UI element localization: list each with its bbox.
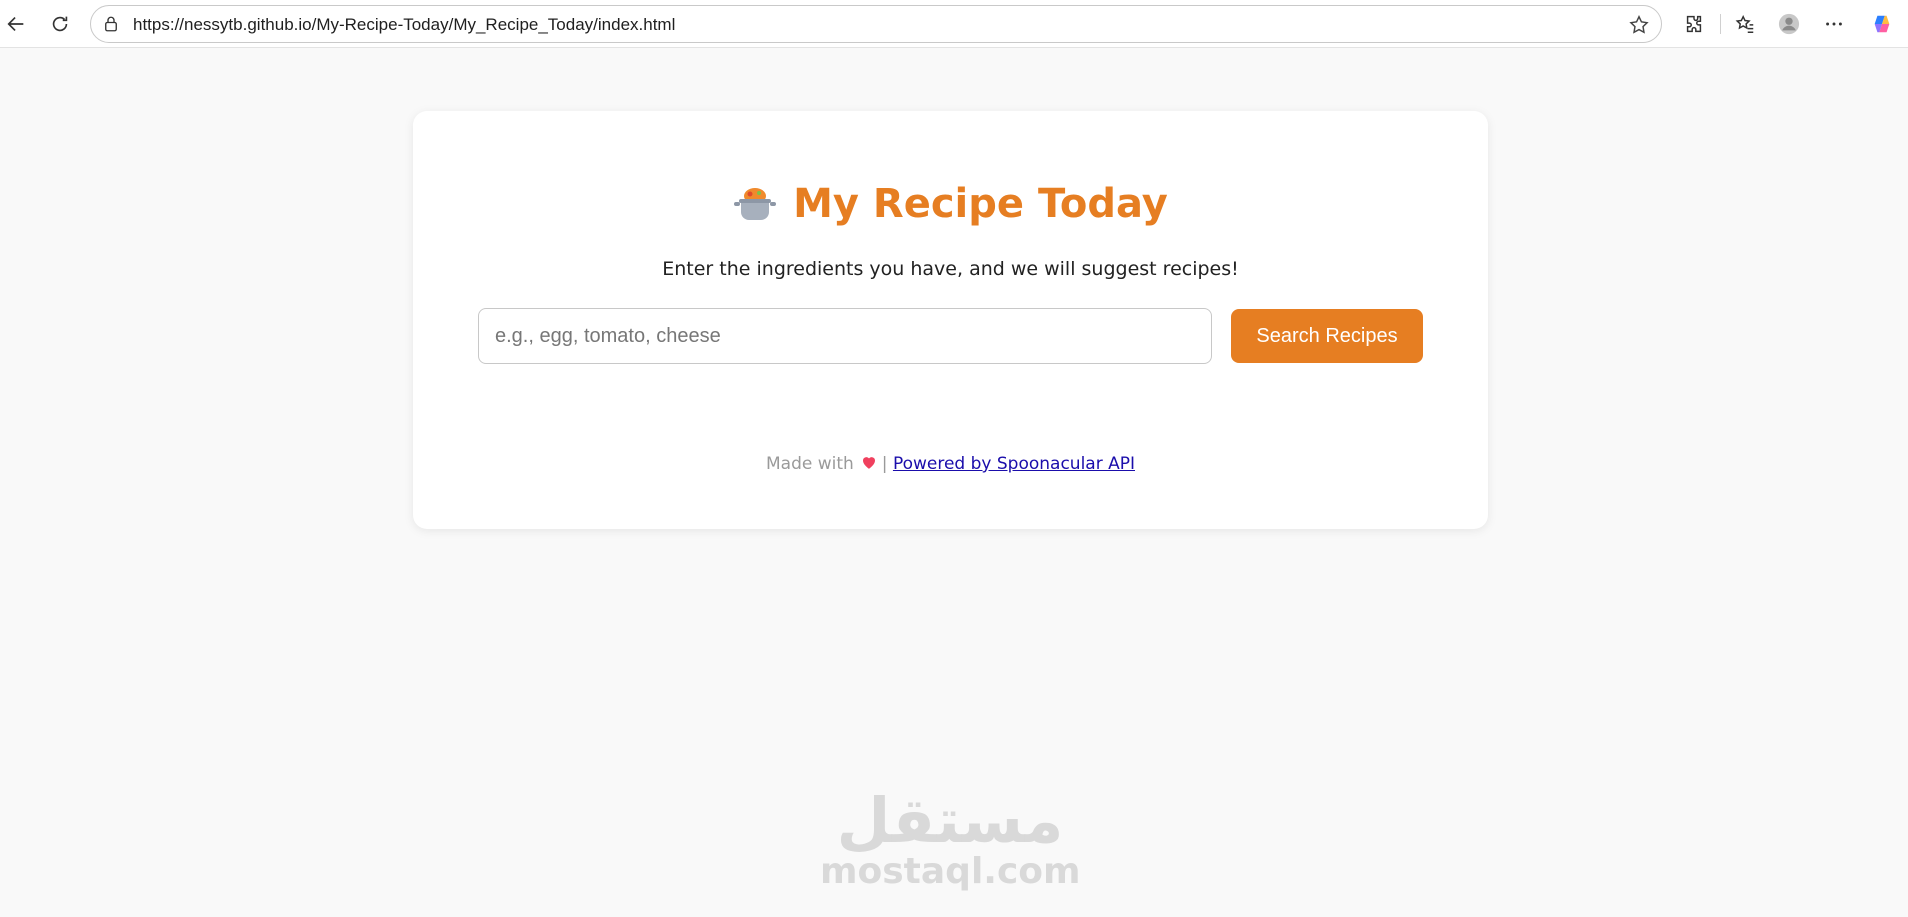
cooking-pot-icon <box>733 182 777 226</box>
copilot-icon[interactable] <box>1868 10 1896 38</box>
title-row: My Recipe Today <box>413 181 1488 227</box>
favorites-icon[interactable] <box>1731 10 1759 38</box>
browser-toolbar: https://nessytb.github.io/My-Recipe-Toda… <box>0 0 1908 48</box>
watermark-latin: mostaql.com <box>820 851 1081 892</box>
extensions-icon[interactable] <box>1680 10 1708 38</box>
watermark: مستقل mostaql.com <box>820 784 1081 892</box>
profile-icon[interactable] <box>1775 10 1803 38</box>
recipe-card: My Recipe Today Enter the ingredients yo… <box>413 111 1488 529</box>
more-icon[interactable] <box>1820 10 1848 38</box>
watermark-arabic: مستقل <box>836 784 1064 857</box>
made-with-text: Made with <box>765 454 854 474</box>
search-recipes-button[interactable]: Search Recipes <box>1231 309 1423 363</box>
reload-icon[interactable] <box>46 10 74 38</box>
ingredients-input[interactable] <box>478 308 1212 364</box>
address-bar[interactable]: https://nessytb.github.io/My-Recipe-Toda… <box>90 5 1662 43</box>
page-subtitle: Enter the ingredients you have, and we w… <box>662 258 1239 280</box>
page-title: My Recipe Today <box>793 181 1168 227</box>
back-icon[interactable] <box>2 10 30 38</box>
lock-icon[interactable] <box>101 14 121 34</box>
heart-icon <box>860 453 878 476</box>
star-icon[interactable] <box>1627 13 1651 37</box>
footer-separator: | <box>881 454 888 474</box>
card-footer: Made with | Powered by Spoonacular API <box>413 453 1488 476</box>
url-text[interactable]: https://nessytb.github.io/My-Recipe-Toda… <box>133 15 675 35</box>
toolbar-divider <box>1720 14 1721 34</box>
spoonacular-link[interactable]: Powered by Spoonacular API <box>893 454 1135 474</box>
